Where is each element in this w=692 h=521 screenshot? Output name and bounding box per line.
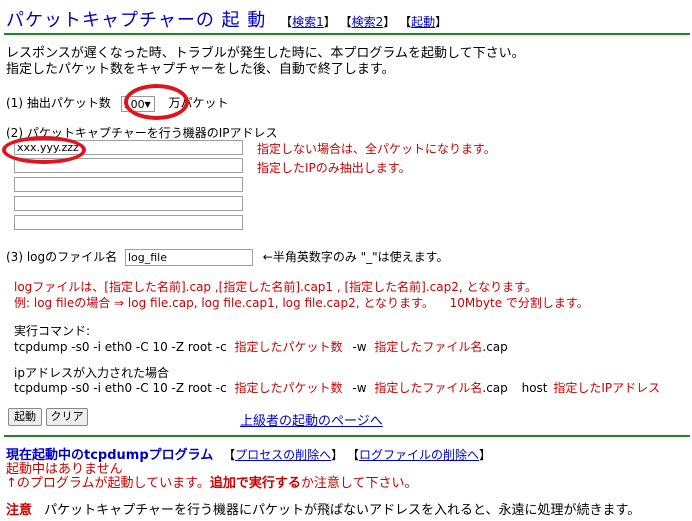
advanced-start-link[interactable]: 上級者の起動のページへ	[240, 410, 383, 429]
command-label: 実行コマンド:	[14, 324, 91, 338]
log-filename-row: (3) logのファイル名 log_file ←半角英数字のみ "_"は使えます…	[6, 248, 448, 266]
ip-hint-all-packets: 指定しない場合は、全パケットになります。	[257, 142, 496, 156]
command-packets: 指定したパケット数	[234, 381, 343, 395]
running-warning: ↑のプログラムが起動しています。追加で実行するか注意して下さい。	[6, 472, 417, 491]
header-divider	[4, 33, 690, 35]
command-file: 指定したファイル名	[374, 381, 483, 395]
page-title: パケットキャプチャーの 起 動	[6, 10, 267, 31]
bracket: 【	[339, 15, 352, 29]
start-button[interactable]: 起動	[8, 408, 42, 426]
caution-row: 注意 パケットキャプチャーを行う機器にパケットが飛ばないアドレスを入れると、永遠…	[6, 499, 640, 518]
command-w: -w	[352, 340, 367, 354]
bracket: 】	[323, 15, 336, 29]
bracket: 】	[478, 448, 491, 462]
caution-label: 注意	[6, 503, 33, 518]
logfile-delete-link[interactable]: ログファイルの削除へ	[359, 448, 479, 462]
caution-text: パケットキャプチャーを行う機器にパケットが飛ばないアドレスを入れると、永遠に処理…	[44, 503, 641, 518]
log-note-1: logファイルは、[指定した名前].cap ,[指定した名前].cap1 , […	[14, 280, 537, 294]
command-packets: 指定したパケット数	[234, 340, 343, 354]
log-filename-input[interactable]: log_file	[124, 249, 253, 266]
warning-emphasis: 追加で実行する	[209, 476, 301, 491]
command-text: tcpdump -s0 -i eth0 -C 10 -Z root -c	[14, 381, 227, 395]
command-ext: .cap	[482, 340, 508, 354]
bracket: 】	[383, 15, 396, 29]
ip-address-input-4[interactable]	[14, 196, 243, 211]
bracket: 】	[331, 448, 344, 462]
search1-link[interactable]: 検索1	[292, 15, 324, 29]
warning-text: か注意して下さい。	[300, 476, 418, 491]
command-ip-line: tcpdump -s0 -i eth0 -C 10 -Z root -c 指定し…	[14, 379, 660, 396]
header-links: 【検索1】 【検索2】 【起動】	[280, 15, 447, 29]
log-note-split: 10Mbyte で分割します。	[449, 296, 589, 310]
command-ext: .cap	[482, 381, 508, 395]
ip-address-input-5[interactable]	[14, 215, 243, 230]
ip-hint-filter: 指定したIPのみ抽出します。	[257, 161, 411, 175]
command-line: tcpdump -s0 -i eth0 -C 10 -Z root -c 指定し…	[14, 338, 508, 355]
highlight-circle	[124, 84, 189, 120]
command-text: tcpdump -s0 -i eth0 -C 10 -Z root -c	[14, 340, 227, 354]
process-delete-link[interactable]: プロセスの削除へ	[235, 448, 331, 462]
command-host: host	[521, 381, 548, 395]
start-page-link[interactable]: 起動	[411, 15, 435, 29]
section-divider	[4, 435, 690, 437]
log-filename-label: (3) logのファイル名	[6, 250, 118, 264]
bracket: 【	[223, 448, 236, 462]
packet-count-row: (1) 抽出パケット数 100 ▼ 万パケット	[6, 94, 229, 112]
ip-address-input-3[interactable]	[14, 177, 243, 192]
highlight-circle	[2, 136, 86, 164]
intro-line-2: 指定したパケット数をキャプチャーをした後、自動で終了します。	[6, 62, 395, 77]
bracket: 【	[399, 15, 412, 29]
bracket: 【	[280, 15, 293, 29]
command-file: 指定したファイル名	[374, 340, 483, 354]
warning-text: ↑のプログラムが起動しています。	[6, 476, 210, 491]
page-header: パケットキャプチャーの 起 動 【検索1】 【検索2】 【起動】	[6, 6, 447, 31]
command-ip: 指定したIPアドレス	[553, 381, 661, 395]
log-note-2: 例: log fileの場合 ⇒ log file.cap, log file.…	[14, 294, 589, 311]
log-note-example: 例: log fileの場合 ⇒ log file.cap, log file.…	[14, 296, 434, 310]
command-w: -w	[352, 381, 367, 395]
bracket: 】	[435, 15, 448, 29]
packet-count-label: (1) 抽出パケット数	[6, 96, 111, 110]
search2-link[interactable]: 検索2	[352, 15, 384, 29]
log-filename-hint: ←半角英数字のみ "_"は使えます。	[262, 250, 449, 264]
clear-button[interactable]: クリア	[46, 408, 88, 426]
bracket: 【	[346, 448, 359, 462]
